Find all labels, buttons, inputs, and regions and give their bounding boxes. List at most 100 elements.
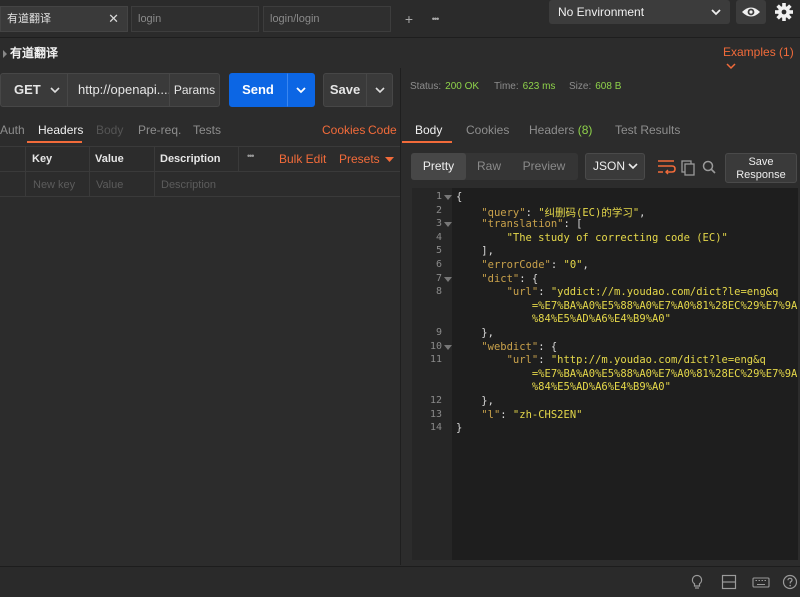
- new-key-input[interactable]: New key: [33, 179, 75, 191]
- bulk-edit-button[interactable]: Bulk Edit: [279, 152, 326, 166]
- keyboard-icon[interactable]: [752, 574, 770, 590]
- json-punctuation: [456, 409, 481, 421]
- send-button[interactable]: Send: [229, 73, 287, 107]
- json-punctuation: [456, 354, 507, 366]
- tab-body[interactable]: Body: [96, 123, 123, 137]
- tab-test-results[interactable]: Test Results: [615, 123, 680, 137]
- tab-youdao-translate[interactable]: 有道翻译 ✕: [0, 6, 128, 32]
- pane-divider[interactable]: [400, 68, 401, 565]
- environment-label: No Environment: [558, 5, 645, 19]
- tab-pre-request[interactable]: Pre-req.: [138, 123, 181, 137]
- search-button[interactable]: [699, 156, 719, 178]
- new-description-input[interactable]: Description: [161, 179, 216, 191]
- gear-icon: [775, 3, 793, 21]
- environment-select[interactable]: No Environment: [549, 0, 730, 24]
- json-string: "0": [563, 259, 583, 271]
- line-number: 4: [435, 231, 442, 243]
- json-string: %84%E5%AD%A6%E4%B9%A0": [531, 313, 671, 326]
- json-key: "dict": [481, 272, 520, 285]
- json-punctuation: [456, 300, 532, 312]
- method-select[interactable]: GET: [0, 73, 68, 107]
- more-tabs-button[interactable]: •••: [424, 9, 446, 31]
- line-number: 2: [435, 204, 442, 216]
- save-response-label-line1: Save: [748, 156, 774, 168]
- line-number: 10: [429, 340, 442, 352]
- tab-response-body[interactable]: Body: [415, 123, 442, 137]
- json-punctuation: ,: [639, 206, 646, 219]
- copy-button[interactable]: [679, 156, 697, 178]
- tab-response-cookies[interactable]: Cookies: [466, 123, 509, 137]
- line-number: 11: [429, 354, 442, 366]
- time-value: 623 ms: [522, 81, 556, 92]
- line-number: 6: [435, 259, 442, 270]
- fold-toggle-icon[interactable]: [444, 343, 452, 353]
- url-input[interactable]: http://openapi....: [68, 73, 170, 107]
- json-string: %84%E5%AD%A6%E4%B9%A0": [531, 381, 671, 394]
- json-punctuation: [456, 368, 532, 380]
- json-punctuation: : [: [563, 218, 583, 231]
- wrap-lines-button[interactable]: [655, 156, 677, 178]
- line-number: 9: [435, 327, 442, 338]
- fold-toggle-icon[interactable]: [444, 193, 452, 203]
- code-link[interactable]: Code: [368, 123, 397, 137]
- expand-icon[interactable]: [2, 47, 8, 58]
- json-key: "l": [481, 408, 501, 421]
- tab-auth[interactable]: Auth: [0, 123, 25, 137]
- code-line: %84%E5%AD%A6%E4%B9%A0": [456, 381, 671, 393]
- json-punctuation: [456, 341, 481, 353]
- presets-dropdown[interactable]: Presets: [339, 152, 395, 166]
- save-options-button[interactable]: [366, 73, 393, 107]
- column-divider: [89, 146, 90, 197]
- fold-toggle-icon[interactable]: [444, 275, 452, 285]
- save-button[interactable]: Save: [323, 73, 367, 107]
- tab-label: login/login: [270, 13, 320, 25]
- code-line: "url": "yddict://m.youdao.com/dict?le=en…: [456, 286, 779, 299]
- tab-headers[interactable]: Headers: [38, 123, 83, 137]
- json-string: "http://m.youdao.com/dict?le=eng&q: [550, 354, 766, 367]
- json-punctuation: [456, 273, 481, 285]
- json-key: "url": [506, 286, 539, 299]
- view-preview[interactable]: Preview: [512, 153, 576, 180]
- send-options-button[interactable]: [287, 73, 315, 107]
- format-select[interactable]: JSON: [585, 153, 645, 180]
- code-line: ],: [456, 245, 494, 257]
- json-string: "zh-CHS2EN": [512, 408, 583, 421]
- view-raw[interactable]: Raw: [466, 153, 512, 180]
- new-value-input[interactable]: Value: [96, 179, 123, 191]
- column-header-key: Key: [32, 153, 53, 165]
- chevron-down-icon: [296, 87, 306, 94]
- add-tab-button[interactable]: +: [398, 9, 420, 31]
- size-label: Size:: [569, 81, 592, 92]
- save-response-button[interactable]: Save Response: [725, 153, 797, 183]
- json-punctuation: },: [456, 395, 494, 407]
- copy-icon: [681, 160, 695, 176]
- params-button[interactable]: Params: [169, 73, 220, 107]
- chevron-down-icon: [710, 0, 722, 33]
- view-pretty[interactable]: Pretty: [411, 153, 466, 180]
- settings-button[interactable]: [771, 0, 797, 24]
- json-string: =%E7%BA%A0%E5%88%A0%E7%A0%81%28EC%29%E7%…: [531, 299, 798, 312]
- tab-tests[interactable]: Tests: [193, 123, 221, 137]
- code-line: "The study of correcting code (EC)": [456, 232, 728, 244]
- code-line: %84%E5%AD%A6%E4%B9%A0": [456, 313, 671, 325]
- more-options-button[interactable]: •••: [247, 151, 255, 161]
- json-punctuation: ],: [456, 245, 494, 258]
- caret-down-icon: [385, 157, 395, 162]
- close-icon[interactable]: ✕: [108, 7, 119, 31]
- help-icon[interactable]: [782, 574, 798, 590]
- json-punctuation: [456, 381, 532, 393]
- two-pane-icon[interactable]: [721, 574, 737, 590]
- tab-response-headers[interactable]: Headers (8): [529, 123, 592, 137]
- json-punctuation: :: [538, 354, 551, 367]
- tab-login-login[interactable]: login/login: [263, 6, 391, 32]
- examples-dropdown[interactable]: Examples (1): [723, 45, 800, 73]
- cookies-link[interactable]: Cookies: [322, 123, 365, 137]
- fold-toggle-icon[interactable]: [444, 220, 452, 230]
- tab-login[interactable]: login: [131, 6, 259, 32]
- code-line: },: [456, 327, 494, 339]
- lightbulb-icon[interactable]: [689, 574, 705, 590]
- request-name[interactable]: 有道翻译: [10, 44, 58, 61]
- method-label: GET: [14, 82, 41, 97]
- environment-quick-look-button[interactable]: [736, 0, 766, 24]
- tab-label: 有道翻译: [7, 13, 51, 25]
